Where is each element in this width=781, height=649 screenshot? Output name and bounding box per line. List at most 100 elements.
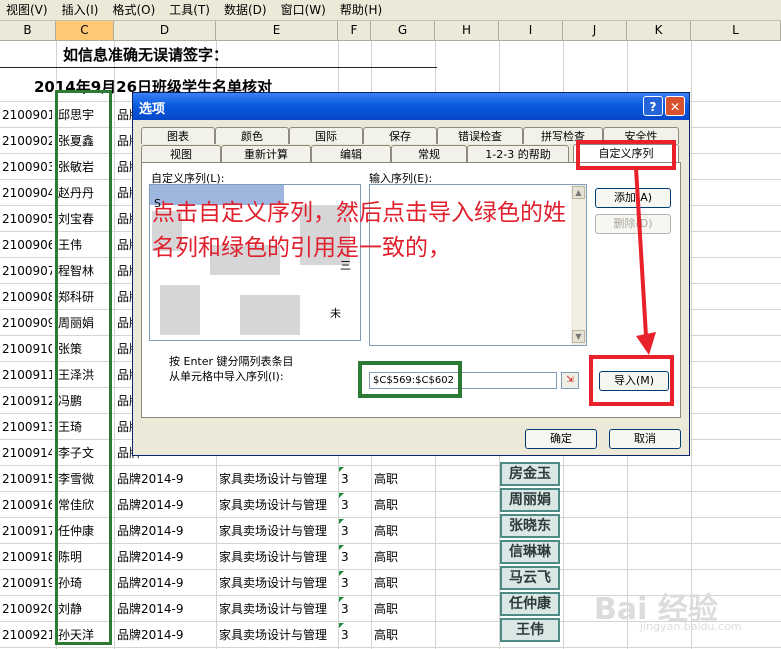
tab-general[interactable]: 常规 [391, 145, 467, 162]
cell-major[interactable]: 家具卖场设计与管理 [219, 544, 337, 570]
cell-id[interactable]: 2100902 [2, 128, 52, 154]
column-header-k[interactable]: K [627, 21, 691, 40]
cell-year[interactable]: 3 [341, 544, 365, 570]
arrow-icon [634, 167, 656, 355]
cell-id[interactable]: 2100905 [2, 206, 52, 232]
menu-tools[interactable]: 工具(T) [163, 0, 218, 20]
name-card[interactable]: 任仲康 [500, 592, 560, 616]
cell-id[interactable]: 2100921 [2, 622, 52, 648]
cell-cls[interactable]: 品牌2014-9 [117, 492, 213, 518]
column-header-g[interactable]: G [371, 21, 435, 40]
cell-major[interactable]: 家具卖场设计与管理 [219, 596, 337, 622]
cell-level[interactable]: 高职 [374, 622, 414, 648]
menu-data[interactable]: 数据(D) [218, 0, 275, 20]
range-select-icon[interactable]: ⇲ [561, 372, 579, 389]
tab-save[interactable]: 保存 [363, 127, 437, 144]
input-list-scrollbar[interactable]: ▲ ▼ [571, 185, 586, 345]
cell-major[interactable]: 家具卖场设计与管理 [219, 622, 337, 648]
cell-id[interactable]: 2100914 [2, 440, 52, 466]
cell-major[interactable]: 家具卖场设计与管理 [219, 570, 337, 596]
cell-year[interactable]: 3 [341, 466, 365, 492]
tab-international[interactable]: 国际 [289, 127, 363, 144]
cell-id[interactable]: 2100913 [2, 414, 52, 440]
cell-level[interactable]: 高职 [374, 570, 414, 596]
name-card[interactable]: 王伟 [500, 618, 560, 642]
cell-id[interactable]: 2100912 [2, 388, 52, 414]
cell-id[interactable]: 2100915 [2, 466, 52, 492]
tab-color[interactable]: 颜色 [215, 127, 289, 144]
cell-id[interactable]: 2100908 [2, 284, 52, 310]
menu-view[interactable]: 视图(V) [0, 0, 56, 20]
cell-level[interactable]: 高职 [374, 492, 414, 518]
scroll-up-icon[interactable]: ▲ [572, 186, 585, 199]
cell-id[interactable]: 2100907 [2, 258, 52, 284]
column-header-j[interactable]: J [563, 21, 627, 40]
tab-error-checking[interactable]: 错误检查 [437, 127, 523, 144]
cell-id[interactable]: 2100903 [2, 154, 52, 180]
dialog-title-bar[interactable]: 选项 ? ✕ [133, 93, 689, 120]
cell-cls[interactable]: 品牌2014-9 [117, 544, 213, 570]
tab-edit[interactable]: 编辑 [311, 145, 391, 162]
enter-hint: 按 Enter 键分隔列表条目 [169, 355, 294, 368]
cell-cls[interactable]: 品牌2014-9 [117, 518, 213, 544]
cell-id[interactable]: 2100901 [2, 102, 52, 128]
scroll-down-icon[interactable]: ▼ [572, 330, 585, 343]
tab-calculation[interactable]: 重新计算 [221, 145, 311, 162]
cell-major[interactable]: 家具卖场设计与管理 [219, 518, 337, 544]
cell-id[interactable]: 2100911 [2, 362, 52, 388]
cell-id[interactable]: 2100917 [2, 518, 52, 544]
column-header-i[interactable]: I [499, 21, 563, 40]
cell-year[interactable]: 3 [341, 622, 365, 648]
cell-cls[interactable]: 品牌2014-9 [117, 466, 213, 492]
cell-level[interactable]: 高职 [374, 518, 414, 544]
list-fragment-3: 未 [330, 307, 341, 320]
cell-id[interactable]: 2100920 [2, 596, 52, 622]
column-header-h[interactable]: H [435, 21, 499, 40]
name-card[interactable]: 张晓东 [500, 514, 560, 538]
tab-chart[interactable]: 图表 [141, 127, 215, 144]
name-card[interactable]: 马云飞 [500, 566, 560, 590]
cell-level[interactable]: 高职 [374, 466, 414, 492]
cell-id[interactable]: 2100906 [2, 232, 52, 258]
name-card[interactable]: 信琳琳 [500, 540, 560, 564]
cell-major[interactable]: 家具卖场设计与管理 [219, 492, 337, 518]
cell-year[interactable]: 3 [341, 492, 365, 518]
name-card[interactable]: 房金玉 [500, 462, 560, 486]
column-header-e[interactable]: E [216, 21, 338, 40]
cell-year[interactable]: 3 [341, 518, 365, 544]
menu-format[interactable]: 格式(O) [106, 0, 163, 20]
cell-id[interactable]: 2100916 [2, 492, 52, 518]
cell-id[interactable]: 2100909 [2, 310, 52, 336]
menu-insert[interactable]: 插入(I) [56, 0, 107, 20]
ok-button[interactable]: 确定 [525, 429, 597, 449]
cell-level[interactable]: 高职 [374, 544, 414, 570]
close-icon[interactable]: ✕ [665, 96, 685, 116]
column-header-d[interactable]: D [114, 21, 216, 40]
range-field-highlight [358, 361, 462, 398]
help-icon[interactable]: ? [643, 96, 663, 116]
name-column-highlight [55, 90, 112, 645]
cell-major[interactable]: 家具卖场设计与管理 [219, 466, 337, 492]
cell-id[interactable]: 2100919 [2, 570, 52, 596]
cell-id[interactable]: 2100910 [2, 336, 52, 362]
column-header-l[interactable]: L [691, 21, 781, 40]
cell-cls[interactable]: 品牌2014-9 [117, 622, 213, 648]
cancel-button[interactable]: 取消 [609, 429, 681, 449]
cell-cls[interactable]: 品牌2014-9 [117, 596, 213, 622]
cell-level[interactable]: 高职 [374, 596, 414, 622]
name-card[interactable]: 周丽娟 [500, 488, 560, 512]
menu-window[interactable]: 窗口(W) [275, 0, 334, 20]
cell-cls[interactable]: 品牌2014-9 [117, 570, 213, 596]
cell-id[interactable]: 2100904 [2, 180, 52, 206]
tutorial-annotation: 点击自定义序列，然后点击导入绿色的姓名列和绿色的引用是一致的， [152, 200, 566, 261]
column-header-f[interactable]: F [338, 21, 371, 40]
cell-year[interactable]: 3 [341, 570, 365, 596]
cell-year[interactable]: 3 [341, 596, 365, 622]
tab-view[interactable]: 视图 [141, 145, 221, 162]
tab-lotus-help[interactable]: 1-2-3 的帮助 [467, 145, 569, 162]
cell-id[interactable]: 2100918 [2, 544, 52, 570]
menu-help[interactable]: 帮助(H) [334, 0, 390, 20]
column-header-c[interactable]: C [56, 21, 114, 40]
number-as-text-indicator-icon [339, 545, 344, 550]
column-header-b[interactable]: B [0, 21, 56, 40]
